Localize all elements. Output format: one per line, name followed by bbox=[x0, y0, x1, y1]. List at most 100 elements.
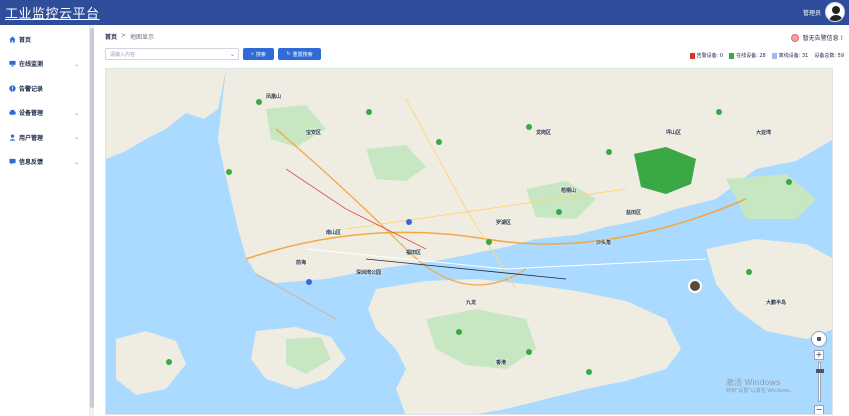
alarm-icon bbox=[9, 85, 16, 92]
map-label: 大鹏半岛 bbox=[766, 300, 787, 306]
map-label: 坪山区 bbox=[666, 130, 682, 136]
map-marker[interactable] bbox=[606, 149, 612, 155]
legend-offline-label: 离线设备: 31 bbox=[778, 53, 809, 59]
legend-alarm: 告警设备: 0 bbox=[689, 52, 724, 59]
map-label: 凤凰山 bbox=[266, 94, 282, 100]
legend-swatch-alarm bbox=[689, 52, 695, 59]
map-marker[interactable] bbox=[406, 219, 412, 225]
map-marker[interactable] bbox=[436, 139, 442, 145]
map-label: 梧桐山 bbox=[561, 188, 577, 194]
alarm-status: 暂无告警信息 ! bbox=[790, 33, 843, 42]
legend-swatch-online bbox=[729, 52, 735, 59]
alarm-text: 暂无告警信息 ! bbox=[802, 35, 843, 42]
alarm-icon bbox=[790, 33, 799, 42]
reset-search-button[interactable]: ↻ 重置搜索 bbox=[278, 48, 321, 60]
sidebar-item-label: 信息反馈 bbox=[19, 159, 44, 167]
chevron-down-icon: ⌄ bbox=[73, 158, 79, 166]
top-bar: 工业监控云平台 管理员 bbox=[0, 0, 849, 25]
map-label: 盐田区 bbox=[626, 210, 642, 216]
user-area[interactable]: 管理员 bbox=[803, 2, 845, 22]
zoom-slider[interactable] bbox=[815, 362, 824, 402]
map-marker[interactable] bbox=[526, 124, 532, 130]
map-marker[interactable] bbox=[486, 239, 492, 245]
map-view[interactable]: 凤凰山 大亚湾 深圳湾公园 福田区 罗湖区 南山区 龙岗区 坪山区 香港 九龙 … bbox=[105, 68, 833, 415]
map-label: 九龙 bbox=[466, 300, 477, 306]
map-marker[interactable] bbox=[526, 349, 532, 355]
map-label: 大亚湾 bbox=[756, 130, 772, 136]
zoom-slider-handle[interactable] bbox=[815, 369, 824, 373]
map-zoom-control[interactable]: + − bbox=[811, 331, 827, 414]
map-marker[interactable] bbox=[746, 269, 752, 275]
map-marker[interactable] bbox=[306, 279, 312, 285]
main-content: 首页 > 地图显示 暂无告警信息 ! 请输入内容 ⌄ ⌕ 搜索 ↻ 重置搜索 告… bbox=[94, 25, 849, 416]
map-marker[interactable] bbox=[166, 359, 172, 365]
map-label: 龙岗区 bbox=[536, 130, 552, 136]
watermark-line1: 激活 Windows bbox=[726, 378, 781, 387]
map-label: 深圳湾公园 bbox=[356, 270, 382, 276]
map-label: 南山区 bbox=[326, 230, 342, 236]
map-canvas[interactable] bbox=[106, 69, 833, 415]
map-marker[interactable] bbox=[716, 109, 722, 115]
user-name[interactable]: 管理员 bbox=[803, 8, 821, 17]
map-marker[interactable] bbox=[786, 179, 792, 185]
map-marker[interactable] bbox=[586, 369, 592, 375]
search-button-label: 搜索 bbox=[255, 51, 266, 58]
device-icon bbox=[9, 110, 16, 115]
breadcrumb-current: 地图显示 bbox=[130, 34, 155, 41]
sidebar-item-home[interactable]: 首页 bbox=[0, 27, 89, 52]
breadcrumb-home[interactable]: 首页 bbox=[105, 32, 117, 41]
sidebar-item-label: 用户管理 bbox=[19, 134, 44, 142]
search-button[interactable]: ⌕ 搜索 bbox=[243, 48, 274, 60]
feedback-icon bbox=[9, 159, 16, 166]
sidebar-item-user[interactable]: 用户管理 ⌄ bbox=[0, 125, 89, 150]
map-label: 宝安区 bbox=[306, 130, 322, 136]
legend-alarm-label: 告警设备: 0 bbox=[696, 53, 724, 59]
search-select[interactable]: 请输入内容 ⌄ bbox=[105, 48, 239, 60]
map-marker[interactable] bbox=[366, 109, 372, 115]
sidebar-item-label: 设备管理 bbox=[19, 110, 44, 118]
map-label: 罗湖区 bbox=[496, 220, 512, 226]
home-icon bbox=[9, 36, 16, 43]
map-label: 福田区 bbox=[406, 250, 422, 256]
map-label: 沙头角 bbox=[596, 240, 612, 246]
legend-online: 在线设备: 28 bbox=[729, 52, 766, 59]
search-placeholder: 请输入内容 bbox=[110, 51, 136, 58]
pan-control[interactable] bbox=[811, 331, 827, 347]
avatar[interactable] bbox=[825, 2, 845, 22]
breadcrumb: 首页 > 地图显示 bbox=[105, 32, 154, 41]
sidebar-item-label: 首页 bbox=[19, 36, 32, 44]
sidebar-item-device[interactable]: 设备管理 ⌄ bbox=[0, 101, 89, 126]
sidebar-item-label: 在线监测 bbox=[19, 61, 44, 69]
zoom-in-button[interactable]: + bbox=[814, 350, 824, 360]
map-marker[interactable] bbox=[226, 169, 232, 175]
device-legend: 告警设备: 0 在线设备: 28 离线设备: 31 设备总数: 59 bbox=[689, 52, 844, 59]
reset-button-label: 重置搜索 bbox=[292, 51, 313, 58]
device-marker[interactable] bbox=[688, 279, 702, 293]
breadcrumb-separator: > bbox=[121, 32, 127, 39]
chevron-down-icon: ⌄ bbox=[73, 109, 79, 117]
sidebar: 首页 在线监测 ⌄ 告警记录 设备管理 ⌄ 用户管理 ⌄ 信息反馈 ⌄ bbox=[0, 25, 90, 416]
chevron-down-icon: ⌄ bbox=[73, 134, 79, 141]
legend-offline: 离线设备: 31 bbox=[771, 52, 809, 59]
legend-total-label: 设备总数: 59 bbox=[814, 53, 844, 59]
legend-swatch-offline bbox=[771, 52, 777, 59]
legend-total: 设备总数: 59 bbox=[814, 52, 844, 59]
map-label: 前海 bbox=[296, 260, 307, 266]
sidebar-item-feedback[interactable]: 信息反馈 ⌄ bbox=[0, 150, 89, 175]
sidebar-item-label: 告警记录 bbox=[19, 85, 44, 93]
chevron-down-icon: ⌄ bbox=[73, 60, 79, 68]
map-marker[interactable] bbox=[256, 99, 262, 105]
user-icon bbox=[9, 134, 16, 141]
reset-icon: ↻ bbox=[286, 51, 291, 57]
map-marker[interactable] bbox=[456, 329, 462, 335]
monitor-icon bbox=[9, 61, 16, 67]
app-title[interactable]: 工业监控云平台 bbox=[5, 3, 100, 22]
map-label: 香港 bbox=[496, 360, 507, 366]
sidebar-item-monitor[interactable]: 在线监测 ⌄ bbox=[0, 52, 89, 77]
watermark-line2: 转到"设置"以激活 Windows。 bbox=[726, 388, 795, 394]
map-marker[interactable] bbox=[556, 209, 562, 215]
sidebar-item-alarm[interactable]: 告警记录 bbox=[0, 76, 89, 101]
zoom-out-button[interactable]: − bbox=[814, 405, 824, 414]
windows-activation-watermark: 激活 Windows 转到"设置"以激活 Windows。 bbox=[726, 378, 795, 396]
search-icon: ⌕ bbox=[251, 51, 254, 57]
